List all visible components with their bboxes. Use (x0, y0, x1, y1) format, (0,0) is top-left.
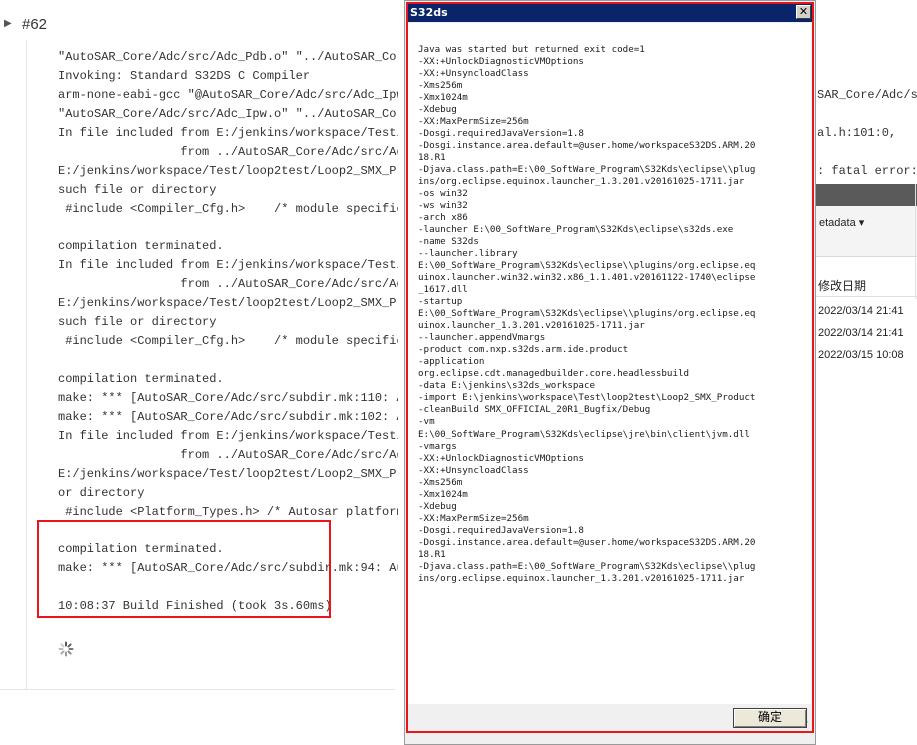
message-line: -Dosgi.instance.area.default=@user.home/… (418, 140, 756, 152)
console-line: Invoking: Standard S32DS C Compiler (58, 68, 311, 83)
build-number[interactable]: #62 (22, 16, 47, 33)
console-line: from ../AutoSAR_Core/Adc/src/Adc_ (58, 144, 398, 159)
message-line: --launcher.appendVmargs (418, 332, 546, 344)
message-line: -vmargs (418, 440, 457, 452)
console-line: #include <Compiler_Cfg.h> /* module spec… (58, 201, 398, 216)
message-line: -os win32 (418, 188, 468, 200)
message-line: -arch x86 (418, 212, 468, 224)
message-line: uinox.launcher.win32.win32.x86_1.1.401.v… (418, 272, 756, 284)
message-line: ins/org.eclipse.equinox.launcher_1.3.201… (418, 572, 745, 584)
loading-spinner-icon (58, 641, 74, 657)
console-line: make: *** [AutoSAR_Core/Adc/src/subdir.m… (58, 390, 398, 405)
console-line: #include <Compiler_Cfg.h> /* module spec… (58, 334, 398, 349)
console-line: compilation terminated. (58, 239, 224, 254)
message-line: -Dosgi.instance.area.default=@user.home/… (418, 536, 756, 548)
column-header-modified[interactable]: 修改日期 (815, 274, 917, 297)
message-line: -vm (418, 416, 435, 428)
message-line: -XX:MaxPermSize=256m (418, 512, 529, 524)
console-line: E:/jenkins/workspace/Test/loop2test/Loop… (58, 296, 398, 311)
message-line: -Xdebug (418, 104, 457, 116)
close-button[interactable]: ✕ (796, 5, 811, 19)
console-line: such file or directory (58, 315, 217, 330)
message-line: E:\00_SoftWare_Program\S32Kds\eclipse\jr… (418, 428, 750, 440)
resize-grip-icon[interactable]: ⋰ (801, 720, 811, 730)
error-message: Java was started but returned exit code=… (418, 44, 808, 585)
message-line: --launcher.library (418, 248, 518, 260)
console-fragment: : fatal error: (817, 164, 917, 178)
message-line: -Xms256m (418, 476, 463, 488)
message-line: -Djava.class.path=E:\00_SoftWare_Program… (418, 164, 756, 176)
message-line: -XX:MaxPermSize=256m (418, 116, 529, 128)
close-icon: ✕ (798, 5, 809, 18)
console-fragment: al.h:101:0, (817, 126, 897, 140)
console-line: In file included from E:/jenkins/workspa… (58, 428, 398, 443)
message-line: Java was started but returned exit code=… (418, 44, 645, 55)
message-line: ins/org.eclipse.equinox.launcher_1.3.201… (418, 176, 745, 188)
console-line: arm-none-eabi-gcc "@AutoSAR_Core/Adc/src… (58, 87, 398, 102)
message-line: -application (418, 356, 485, 368)
file-modified-date: 2022/03/14 21:41 (818, 305, 904, 317)
ok-button[interactable]: 确定 (733, 708, 807, 728)
message-line: 18.R1 (418, 548, 446, 560)
message-line: -product com.nxp.s32ds.arm.ide.product (418, 344, 629, 356)
message-line: -name S32ds (418, 236, 479, 248)
explorer-titlebar (815, 184, 917, 206)
console-line: such file or directory (58, 182, 217, 197)
column-header-label: 修改日期 (818, 279, 867, 293)
message-line: -XX:+UnsyncloadClass (418, 464, 529, 476)
message-line: -Djava.class.path=E:\00_SoftWare_Program… (418, 560, 756, 572)
console-line: E:/jenkins/workspace/Test/loop2test/Loop… (58, 163, 398, 178)
console-line: In file included from E:/jenkins/workspa… (58, 125, 398, 140)
message-line: -ws win32 (418, 200, 468, 212)
expand-arrow-icon[interactable]: ▶ (4, 18, 12, 29)
console-line: E:/jenkins/workspace/Test/loop2test/Loop… (58, 466, 398, 481)
highlight-box (37, 520, 331, 618)
file-modified-date: 2022/03/14 21:41 (818, 327, 904, 339)
message-line: org.eclipse.cdt.managedbuilder.core.head… (418, 368, 690, 380)
message-line: _1617.dll (418, 284, 468, 296)
console-line: #include <Platform_Types.h> /* Autosar p… (58, 504, 398, 519)
message-line: -Xdebug (418, 500, 457, 512)
message-line: -Xmx1024m (418, 488, 468, 500)
console-fragment: SAR_Core/Adc/sr (817, 88, 917, 102)
message-line: E:\00_SoftWare_Program\S32Kds\eclipse\\p… (418, 260, 756, 272)
s32ds-error-dialog: S32ds ✕ Java was started but returned ex… (404, 0, 816, 745)
console-line: compilation terminated. (58, 371, 224, 386)
message-line: -XX:+UnlockDiagnosticVMOptions (418, 56, 584, 68)
message-line: -XX:+UnlockDiagnosticVMOptions (418, 452, 584, 464)
message-line: -launcher E:\00_SoftWare_Program\S32Kds\… (418, 224, 734, 236)
message-line: 18.R1 (418, 152, 446, 164)
console-line: from ../AutoSAR_Core/Adc/src/Ad (58, 277, 398, 292)
message-line: -XX:+UnsyncloadClass (418, 68, 529, 80)
dialog-titlebar[interactable]: S32ds ✕ (407, 4, 813, 22)
console-line: make: *** [AutoSAR_Core/Adc/src/subdir.m… (58, 409, 398, 424)
divider (0, 689, 395, 690)
message-line: uinox.launcher_1.3.201.v20161025-1711.ja… (418, 320, 645, 332)
file-modified-date: 2022/03/15 10:08 (818, 349, 904, 361)
message-line: E:\00_SoftWare_Program\S32Kds\eclipse\\p… (418, 308, 756, 320)
divider (915, 184, 916, 299)
console-line: or directory (58, 485, 145, 500)
console-line: from ../AutoSAR_Core/Adc/src/Ad (58, 447, 398, 462)
message-line: -Dosgi.requiredJavaVersion=1.8 (418, 128, 584, 140)
message-line: -cleanBuild SMX_OFFICIAL_20R1_Bugfix/Deb… (418, 404, 651, 416)
console-line: "AutoSAR_Core/Adc/src/Adc_Pdb.o" "../Aut… (58, 50, 398, 64)
message-line: -Dosgi.requiredJavaVersion=1.8 (418, 524, 584, 536)
message-line: -data E:\jenkins\s32ds_workspace (418, 380, 596, 392)
message-line: -Xmx1024m (418, 92, 468, 104)
message-line: -startup (418, 296, 463, 308)
explorer-toolbar: etadata ▾ (815, 206, 917, 257)
console-line: "AutoSAR_Core/Adc/src/Adc_Ipw.o" "../Aut… (58, 106, 398, 121)
dialog-message-area: Java was started but returned exit code=… (408, 23, 811, 704)
message-line: -import E:\jenkins\workspace\Test\loop2t… (418, 392, 756, 404)
metadata-menu[interactable]: etadata ▾ (819, 216, 864, 229)
dialog-title: S32ds (410, 6, 448, 19)
message-line: -Xms256m (418, 80, 463, 92)
console-line: In file included from E:/jenkins/workspa… (58, 258, 398, 273)
